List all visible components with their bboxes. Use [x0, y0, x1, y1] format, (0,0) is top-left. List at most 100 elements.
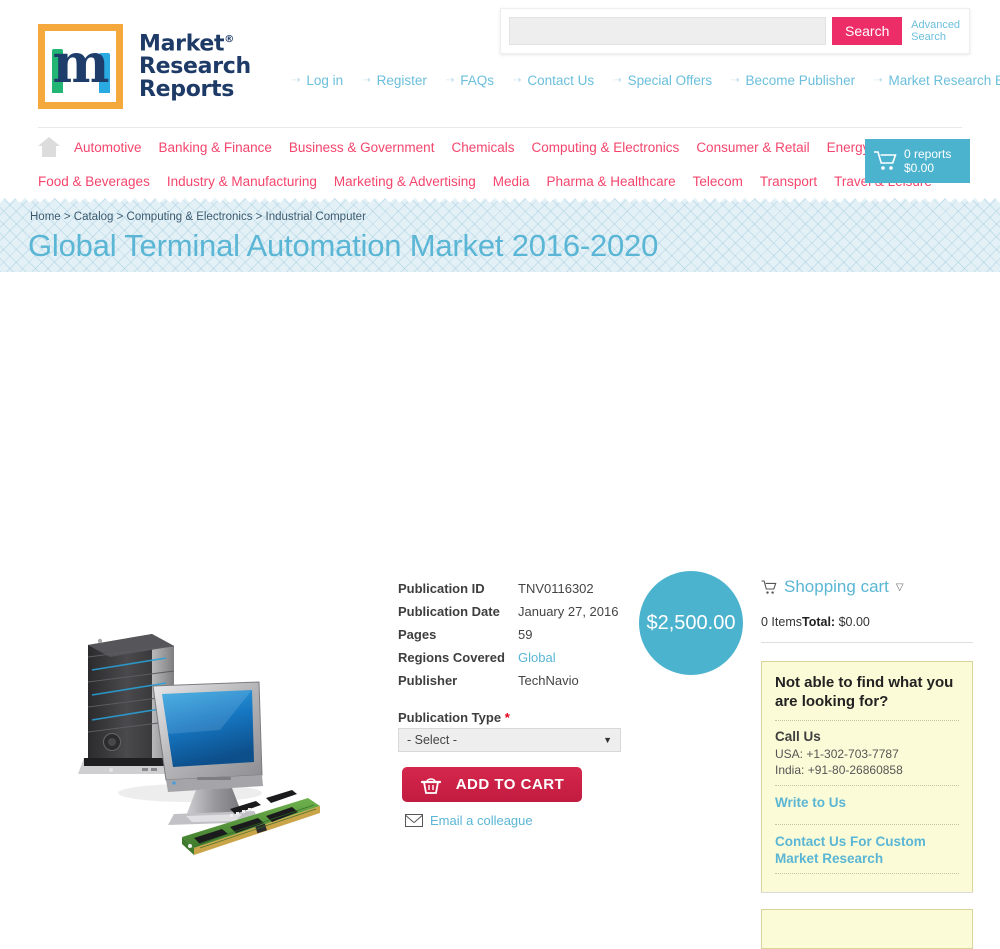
required-asterisk: * — [504, 710, 510, 725]
email-a-colleague[interactable]: Email a colleague — [405, 813, 533, 828]
write-to-us-block: Write to Us — [775, 778, 959, 817]
custom-research-block: Contact Us For Custom Market Research — [775, 817, 959, 873]
advanced-search-link[interactable]: Advanced Search — [911, 19, 961, 43]
utility-nav-item-special-offers[interactable]: ⇢ Special Offers — [613, 73, 712, 88]
detail-row-publication-date: Publication Date January 27, 2016 — [398, 604, 633, 619]
category-business-government[interactable]: Business & Government — [289, 140, 435, 155]
category-industry-manufacturing[interactable]: Industry & Manufacturing — [167, 174, 317, 189]
home-icon[interactable] — [38, 137, 60, 157]
category-consumer-retail[interactable]: Consumer & Retail — [696, 140, 809, 155]
publication-type-select[interactable]: - Select - ▼ — [398, 728, 621, 752]
sidebar-cart-header[interactable]: Shopping cart ▽ — [761, 577, 973, 597]
category-telecom[interactable]: Telecom — [693, 174, 743, 189]
logo-mark-icon: m — [38, 24, 123, 109]
detail-value: January 27, 2016 — [518, 604, 619, 619]
arrow-icon: ⇢ — [874, 75, 883, 86]
utility-nav-item-register[interactable]: ⇢ Register — [362, 73, 427, 88]
category-pharma-healthcare[interactable]: Pharma & Healthcare — [547, 174, 676, 189]
utility-nav-label[interactable]: Register — [377, 73, 427, 88]
arrow-icon: ⇢ — [731, 75, 740, 86]
search-input[interactable] — [509, 17, 827, 45]
site-header: m Market® Research Reports Search Advanc… — [0, 0, 1000, 130]
category-food-beverages[interactable]: Food & Beverages — [38, 174, 150, 189]
phone-india: India: +91-80-26860858 — [775, 763, 903, 777]
utility-nav-item-faqs[interactable]: ⇢ FAQs — [446, 73, 494, 88]
header-divider — [38, 127, 962, 128]
envelope-icon — [405, 814, 423, 827]
header-cart-text: 0 reports $0.00 — [904, 147, 951, 175]
utility-nav: ⇢ Log in ⇢ Register ⇢ FAQs ⇢ Contact Us ⇢ Spe… — [292, 73, 1000, 88]
utility-nav-item-contact-us[interactable]: ⇢ Contact Us — [513, 73, 594, 88]
header-cart-button[interactable]: 0 reports $0.00 — [865, 139, 970, 183]
category-marketing-advertising[interactable]: Marketing & Advertising — [334, 174, 476, 189]
logo-line-2: Research — [139, 54, 251, 80]
custom-research-link[interactable]: Contact Us For Custom Market Research — [775, 833, 959, 867]
utility-nav-item-blog[interactable]: ⇢ Market Research Blog — [874, 73, 1000, 88]
category-nav: Automotive Banking & Finance Business & … — [0, 130, 1000, 198]
detail-value: TNV0116302 — [518, 581, 594, 596]
publication-details: Publication ID TNV0116302 Publication Da… — [398, 581, 633, 696]
utility-nav-label[interactable]: FAQs — [460, 73, 494, 88]
header-cart-total: $0.00 — [904, 161, 935, 175]
utility-nav-label[interactable]: Become Publisher — [746, 73, 856, 88]
header-cart-reports: 0 reports — [904, 147, 952, 161]
divider — [775, 824, 959, 825]
breadcrumb[interactable]: Home > Catalog > Computing & Electronics… — [30, 211, 366, 223]
arrow-icon: ⇢ — [613, 75, 622, 86]
detail-row-pages: Pages 59 — [398, 627, 633, 642]
product-image — [70, 610, 370, 870]
category-media[interactable]: Media — [493, 174, 530, 189]
utility-nav-label[interactable]: Contact Us — [527, 73, 594, 88]
category-banking-finance[interactable]: Banking & Finance — [159, 140, 272, 155]
right-sidebar: Shopping cart ▽ 0 ItemsTotal: $0.00 Not … — [761, 577, 973, 893]
detail-value-link[interactable]: Global — [518, 650, 556, 665]
shopping-cart-icon — [761, 579, 778, 595]
arrow-icon: ⇢ — [445, 75, 455, 86]
sidebar-cart-total-label: Total: — [802, 615, 836, 629]
utility-nav-label[interactable]: Special Offers — [628, 73, 713, 88]
page-title: Global Terminal Automation Market 2016-2… — [28, 228, 659, 263]
divider — [775, 785, 959, 786]
utility-nav-label[interactable]: Log in — [306, 73, 343, 88]
detail-value: 59 — [518, 627, 533, 642]
publication-type-label-text: Publication Type — [398, 710, 502, 725]
write-to-us-link[interactable]: Write to Us — [775, 794, 959, 811]
logo-letter: m — [52, 30, 109, 95]
utility-nav-label[interactable]: Market Research Blog — [888, 73, 1000, 88]
category-computing-electronics[interactable]: Computing & Electronics — [531, 140, 679, 155]
call-us-label: Call Us — [775, 729, 821, 744]
utility-nav-item-become-publisher[interactable]: ⇢ Become Publisher — [731, 73, 855, 88]
detail-label: Pages — [398, 627, 437, 642]
arrow-icon: ⇢ — [292, 75, 301, 86]
publication-type-selected-value: - Select - — [407, 733, 458, 747]
detail-row-publisher: Publisher TechNavio — [398, 673, 633, 688]
registered-trademark-icon: ® — [224, 34, 234, 45]
help-box-heading: Not able to find what you are looking fo… — [775, 674, 954, 710]
utility-nav-item-login[interactable]: ⇢ Log in — [292, 73, 343, 88]
detail-row-regions-covered: Regions Covered Global — [398, 650, 633, 665]
category-nav-row-1: Automotive Banking & Finance Business & … — [38, 130, 1000, 164]
chevron-down-icon[interactable]: ▽ — [896, 582, 904, 593]
category-chemicals[interactable]: Chemicals — [451, 140, 514, 155]
sidebar-secondary-box — [761, 909, 973, 949]
detail-value: TechNavio — [518, 673, 579, 688]
add-to-cart-label: ADD TO CART — [455, 776, 565, 793]
email-a-colleague-label[interactable]: Email a colleague — [430, 813, 533, 828]
banner-zigzag-edge — [0, 198, 1000, 204]
category-transport[interactable]: Transport — [760, 174, 817, 189]
shopping-cart-icon — [873, 150, 899, 172]
logo-line-1: Market — [139, 31, 225, 57]
category-automotive[interactable]: Automotive — [74, 140, 142, 155]
logo-wordmark: Market® Research Reports — [139, 28, 251, 101]
logo-line-3: Reports — [139, 77, 235, 103]
arrow-icon: ⇢ — [362, 75, 371, 86]
search-button[interactable]: Search — [832, 17, 903, 45]
help-box: Not able to find what you are looking fo… — [761, 661, 973, 893]
price-badge: $2,500.00 — [639, 571, 743, 675]
sidebar-cart-items: 0 Items — [761, 615, 802, 629]
arrow-icon: ⇢ — [513, 75, 522, 86]
site-logo[interactable]: m Market® Research Reports — [38, 24, 251, 109]
add-to-cart-button[interactable]: ADD TO CART — [402, 767, 582, 802]
category-nav-row-2: Food & Beverages Industry & Manufacturin… — [38, 164, 1000, 198]
detail-label: Regions Covered — [398, 650, 505, 665]
